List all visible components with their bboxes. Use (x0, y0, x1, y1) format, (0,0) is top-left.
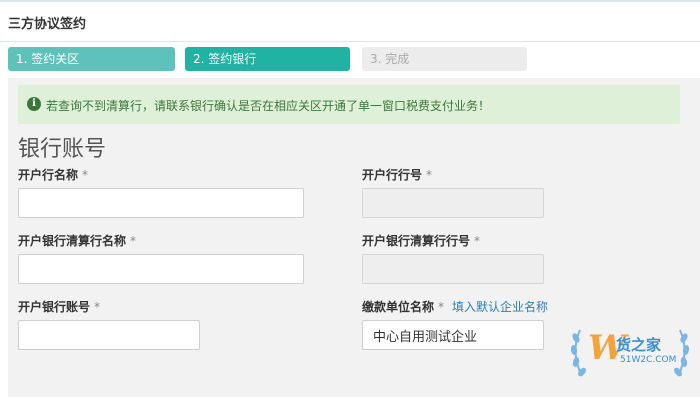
clearing-bank-name-label: 开户银行清算行名称 * (18, 232, 136, 249)
fill-default-company-link[interactable]: 填入默认企业名称 (452, 298, 548, 315)
clearing-bank-code-label-text: 开户银行清算行行号 (362, 234, 471, 248)
required-mark: * (438, 300, 445, 314)
watermark-url: 51W2C.COM (620, 355, 677, 365)
section-title: 银行账号 (18, 137, 107, 162)
account-no-label: 开户银行账号 * (18, 298, 100, 315)
account-no-input[interactable] (18, 320, 200, 350)
bank-code-label: 开户行行号 * (362, 166, 432, 183)
bank-code-label-text: 开户行行号 (362, 168, 423, 182)
info-icon: i (27, 97, 41, 111)
step-1-customs[interactable]: 1. 签约关区 (8, 47, 175, 71)
payer-name-label: 缴款单位名称 * (362, 298, 444, 315)
required-mark: * (94, 300, 101, 314)
clearing-bank-code-input[interactable] (362, 254, 544, 284)
bank-name-input[interactable] (18, 188, 304, 218)
required-mark: * (82, 168, 89, 182)
account-no-label-text: 开户银行账号 (18, 300, 91, 314)
clearing-bank-name-input[interactable] (18, 254, 304, 284)
payer-name-label-text: 缴款单位名称 (362, 300, 435, 314)
page-title: 三方协议签约 (8, 17, 87, 32)
payer-name-input[interactable] (362, 320, 544, 350)
info-alert: i 若查询不到清算行，请联系银行确认是否在相应关区开通了单一窗口税费支付业务！ (18, 85, 680, 124)
step-2-bank[interactable]: 2. 签约银行 (185, 47, 350, 71)
alert-message: 若查询不到清算行，请联系银行确认是否在相应关区开通了单一窗口税费支付业务！ (46, 99, 491, 113)
watermark-name: 货之家 (616, 336, 662, 354)
required-mark: * (474, 234, 481, 248)
watermark-logo: W 货之家 51W2C.COM (568, 322, 694, 384)
clearing-bank-name-label-text: 开户银行清算行名称 (18, 234, 127, 248)
clearing-bank-code-label: 开户银行清算行行号 * (362, 232, 480, 249)
bank-name-label-text: 开户行名称 (18, 168, 79, 182)
page-header: 三方协议签约 (0, 2, 700, 42)
bank-name-label: 开户行名称 * (18, 166, 88, 183)
bank-code-input[interactable] (362, 188, 544, 218)
required-mark: * (426, 168, 433, 182)
step-3-complete[interactable]: 3. 完成 (362, 47, 527, 71)
required-mark: * (130, 234, 137, 248)
